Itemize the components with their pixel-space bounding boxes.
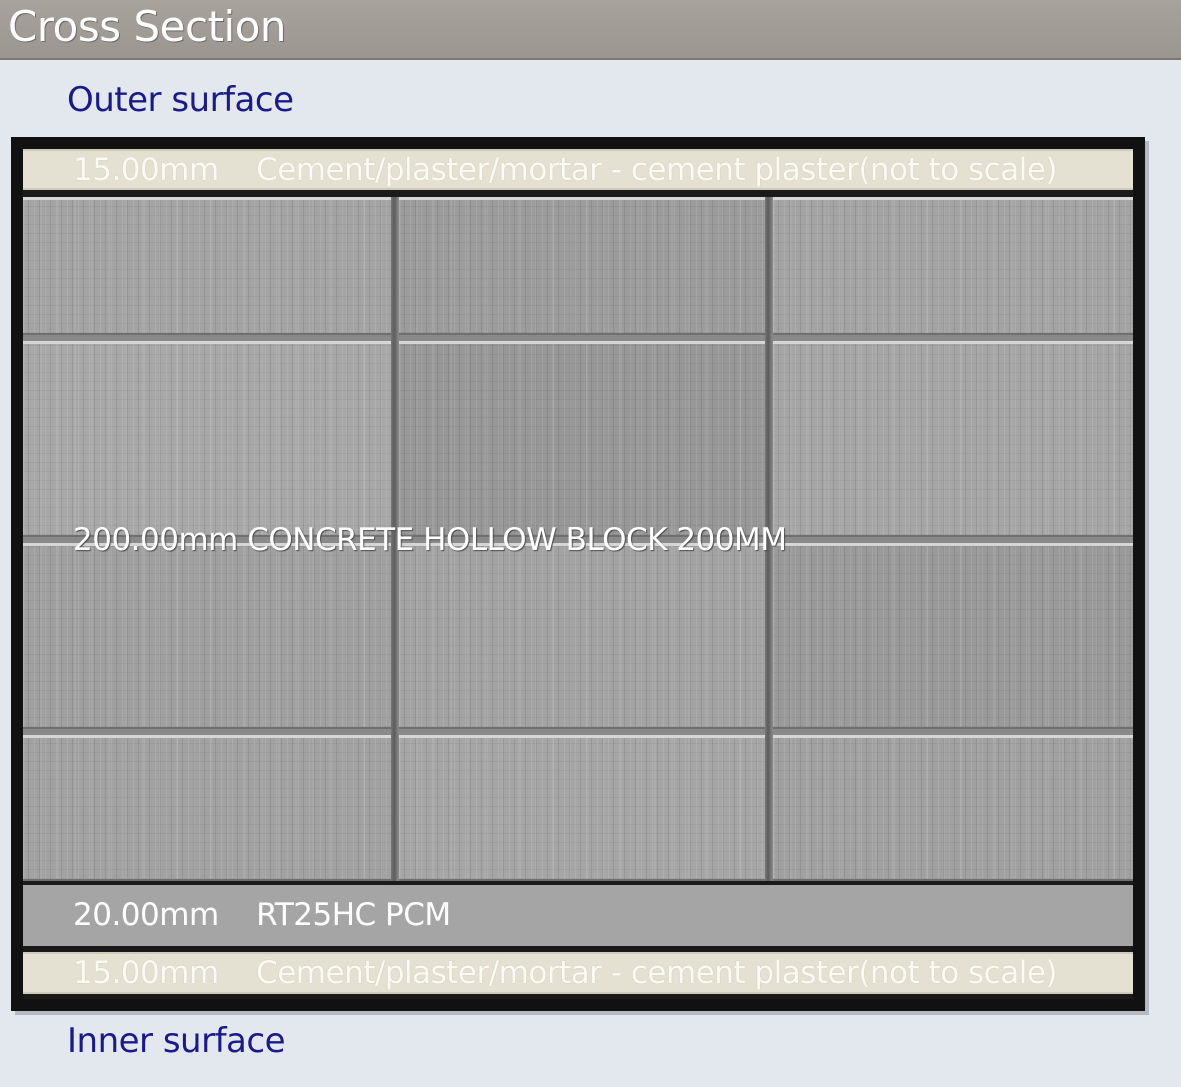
layer-label: 15.00mm Cement/plaster/mortar - cement p…	[73, 955, 1057, 991]
layer-label: 200.00mm CONCRETE HOLLOW BLOCK 200MM	[73, 522, 787, 558]
window-title: Cross Section	[8, 2, 287, 51]
block-tile	[23, 197, 391, 335]
block-tile	[23, 341, 391, 537]
block-tile	[399, 197, 765, 335]
layer-thickness: 15.00mm	[73, 152, 219, 188]
layer-material: Cement/plaster/mortar - cement plaster(n…	[256, 955, 1057, 991]
outer-surface-label: Outer surface	[67, 80, 294, 120]
inner-surface-label: Inner surface	[67, 1021, 286, 1061]
title-bar: Cross Section	[0, 0, 1181, 60]
layer-thickness: 200.00mm	[73, 522, 238, 558]
layer-outer-plaster[interactable]: 15.00mm Cement/plaster/mortar - cement p…	[23, 149, 1133, 190]
block-tile	[399, 735, 765, 881]
block-tile	[773, 197, 1133, 335]
block-tile	[773, 341, 1133, 537]
block-tile	[399, 543, 765, 729]
layer-concrete-block[interactable]: 200.00mm CONCRETE HOLLOW BLOCK 200MM	[23, 197, 1133, 881]
layer-stack: 15.00mm Cement/plaster/mortar - cement p…	[23, 149, 1133, 999]
layer-material: CONCRETE HOLLOW BLOCK 200MM	[247, 522, 787, 558]
layer-label: 20.00mm RT25HC PCM	[73, 897, 451, 933]
layer-material: RT25HC PCM	[256, 897, 451, 933]
layer-label: 15.00mm Cement/plaster/mortar - cement p…	[73, 152, 1057, 188]
layer-inner-plaster[interactable]: 15.00mm Cement/plaster/mortar - cement p…	[23, 952, 1133, 994]
block-tile	[773, 735, 1133, 881]
cross-section-frame: 15.00mm Cement/plaster/mortar - cement p…	[11, 137, 1145, 1011]
layer-thickness: 15.00mm	[73, 955, 219, 991]
block-tile	[773, 543, 1133, 729]
layer-material: Cement/plaster/mortar - cement plaster(n…	[256, 152, 1057, 188]
layer-pcm[interactable]: 20.00mm RT25HC PCM	[23, 885, 1133, 946]
layer-thickness: 20.00mm	[73, 897, 219, 933]
block-tile	[23, 543, 391, 729]
block-tile	[399, 341, 765, 537]
block-tile	[23, 735, 391, 881]
